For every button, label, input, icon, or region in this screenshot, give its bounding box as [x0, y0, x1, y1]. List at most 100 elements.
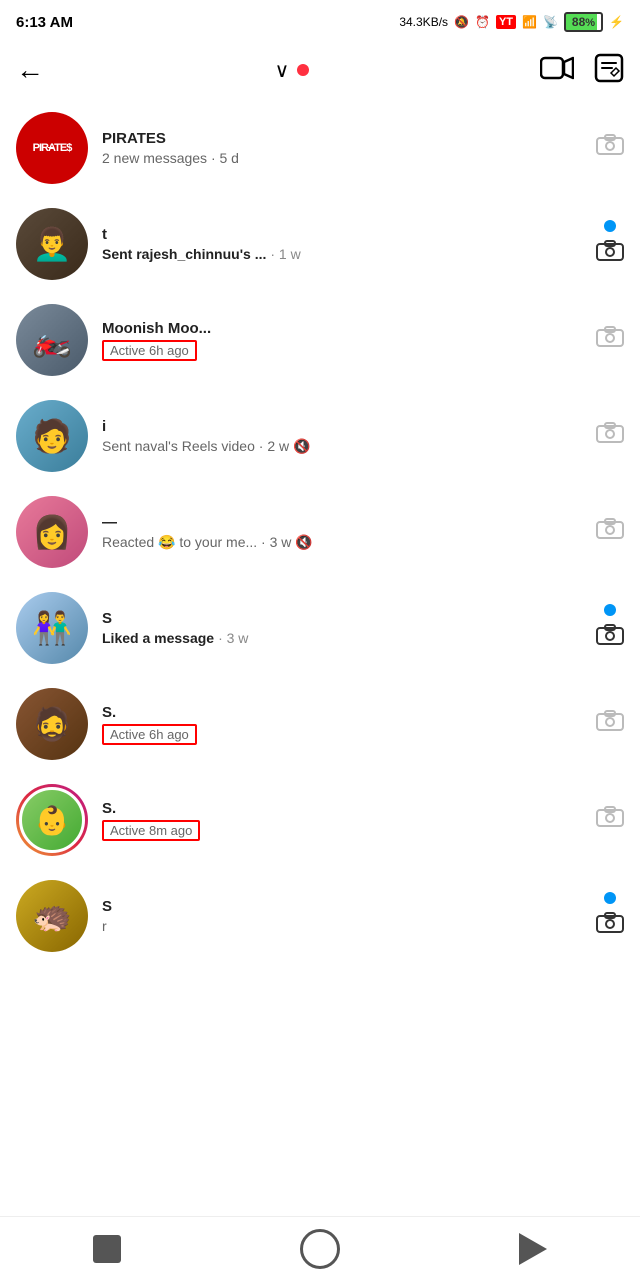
nav-square-button[interactable] [83, 1225, 131, 1273]
nav-home-button[interactable] [296, 1225, 344, 1273]
chat-meta [596, 892, 624, 941]
chat-content: S Liked a message · 3 w [102, 610, 588, 646]
camera-icon [596, 134, 624, 163]
chat-name: t [102, 226, 588, 243]
avatar: 👩 [16, 496, 88, 568]
camera-icon [596, 326, 624, 355]
active-status-badge: Active 6h ago [102, 340, 197, 361]
status-bar: 6:13 AM 34.3KB/s 🔕 ⏰ YT 📶 📡 88% ⚡ [0, 0, 640, 40]
camera-icon [596, 806, 624, 835]
avatar-image: 👶 [19, 787, 85, 853]
chat-item[interactable]: 👫 S Liked a message · 3 w [0, 580, 640, 676]
chat-item[interactable]: 👶 S. Active 8m ago [0, 772, 640, 868]
chat-preview: Sent rajesh_chinnuu's ... · 1 w [102, 246, 588, 262]
charging-icon: ⚡ [609, 15, 624, 29]
wifi-icon: 📡 [543, 15, 558, 29]
chat-preview: 2 new messages · 5 d [102, 150, 588, 166]
chat-item[interactable]: 🦔 S r [0, 868, 640, 964]
no-sound-icon: 🔕 [454, 15, 469, 29]
chat-content: i Sent naval's Reels video · 2 w 🔇 [102, 418, 588, 455]
chat-meta [596, 326, 624, 355]
avatar: 👨‍🦱 [16, 208, 88, 280]
camera-icon [596, 710, 624, 739]
avatar: 🦔 [16, 880, 88, 952]
battery-icon: 88% [564, 12, 603, 32]
unread-dot [604, 604, 616, 616]
chat-name: Moonish Moo... [102, 320, 588, 337]
active-status-badge: Active 6h ago [102, 724, 197, 745]
chat-content: — Reacted 😂 to your me... · 3 w 🔇 [102, 514, 588, 551]
avatar: 👫 [16, 592, 88, 664]
chat-content: Moonish Moo... Active 6h ago [102, 320, 588, 361]
network-speed: 34.3KB/s [399, 15, 448, 29]
chat-item[interactable]: 🧑 i Sent naval's Reels video · 2 w 🔇 [0, 388, 640, 484]
nav-center: ∨ [275, 58, 310, 83]
circle-icon [300, 1229, 340, 1269]
chat-preview: Sent naval's Reels video · 2 w 🔇 [102, 438, 588, 455]
chat-preview: Reacted 😂 to your me... · 3 w 🔇 [102, 534, 588, 551]
chat-name: S [102, 610, 588, 627]
avatar-image: 🧔 [16, 688, 88, 760]
chat-content: t Sent rajesh_chinnuu's ... · 1 w [102, 226, 588, 262]
chat-preview: r [102, 918, 588, 934]
chat-item[interactable]: 👨‍🦱 t Sent rajesh_chinnuu's ... · 1 w [0, 196, 640, 292]
notification-dot [297, 64, 309, 76]
chat-meta [596, 710, 624, 739]
video-call-icon[interactable] [540, 54, 574, 87]
chat-meta [596, 422, 624, 451]
chat-item[interactable]: 🧔 S. Active 6h ago [0, 676, 640, 772]
camera-icon-active [596, 624, 624, 653]
chat-preview: Liked a message · 3 w [102, 630, 588, 646]
chat-name: PIRATES [102, 130, 588, 147]
chat-item[interactable]: 👩 — Reacted 😂 to your me... · 3 w 🔇 [0, 484, 640, 580]
yt-icon: YT [496, 15, 516, 29]
chat-preview: Active 6h ago [102, 724, 588, 745]
unread-dot [604, 220, 616, 232]
chat-name: S. [102, 704, 588, 721]
nav-back-button[interactable] [509, 1225, 557, 1273]
chat-content: S. Active 8m ago [102, 800, 588, 841]
status-time: 6:13 AM [16, 14, 73, 31]
alarm-icon: ⏰ [475, 15, 490, 29]
avatar-image: 👨‍🦱 [16, 208, 88, 280]
chat-list: PIRATE$ PIRATES 2 new messages · 5 d 👨‍🦱… [0, 100, 640, 964]
camera-icon-active [596, 240, 624, 269]
dropdown-arrow-icon[interactable]: ∨ [275, 58, 290, 83]
status-right: 34.3KB/s 🔕 ⏰ YT 📶 📡 88% ⚡ [399, 12, 624, 32]
camera-icon-active [596, 912, 624, 941]
chat-meta [596, 604, 624, 653]
signal-icon: 📶 [522, 15, 537, 29]
chat-name: i [102, 418, 588, 435]
nav-left: ← [16, 56, 44, 84]
camera-icon [596, 422, 624, 451]
square-icon [93, 1235, 121, 1263]
camera-icon [596, 518, 624, 547]
chat-name: S [102, 898, 588, 915]
chat-name: S. [102, 800, 588, 817]
avatar-image: 👩 [16, 496, 88, 568]
chat-content: S r [102, 898, 588, 934]
chat-item[interactable]: 🏍️ Moonish Moo... Active 6h ago [0, 292, 640, 388]
bottom-nav [0, 1216, 640, 1280]
active-status-badge: Active 8m ago [102, 820, 200, 841]
chat-meta [596, 134, 624, 163]
compose-icon[interactable] [594, 53, 624, 88]
avatar: 👶 [16, 784, 88, 856]
avatar: 🏍️ [16, 304, 88, 376]
chat-meta [596, 220, 624, 269]
chat-name: — [102, 514, 588, 531]
back-button[interactable]: ← [16, 56, 44, 84]
chat-content: PIRATES 2 new messages · 5 d [102, 130, 588, 166]
avatar: PIRATE$ [16, 112, 88, 184]
triangle-icon [519, 1233, 547, 1265]
chat-content: S. Active 6h ago [102, 704, 588, 745]
chat-meta [596, 806, 624, 835]
avatar-story-ring: 👶 [16, 784, 88, 856]
chat-preview: Active 8m ago [102, 820, 588, 841]
chat-meta [596, 518, 624, 547]
chat-preview: Active 6h ago [102, 340, 588, 361]
avatar-image: 👫 [16, 592, 88, 664]
avatar-image: 🧑 [16, 400, 88, 472]
avatar-image: 🏍️ [16, 304, 88, 376]
chat-item[interactable]: PIRATE$ PIRATES 2 new messages · 5 d [0, 100, 640, 196]
